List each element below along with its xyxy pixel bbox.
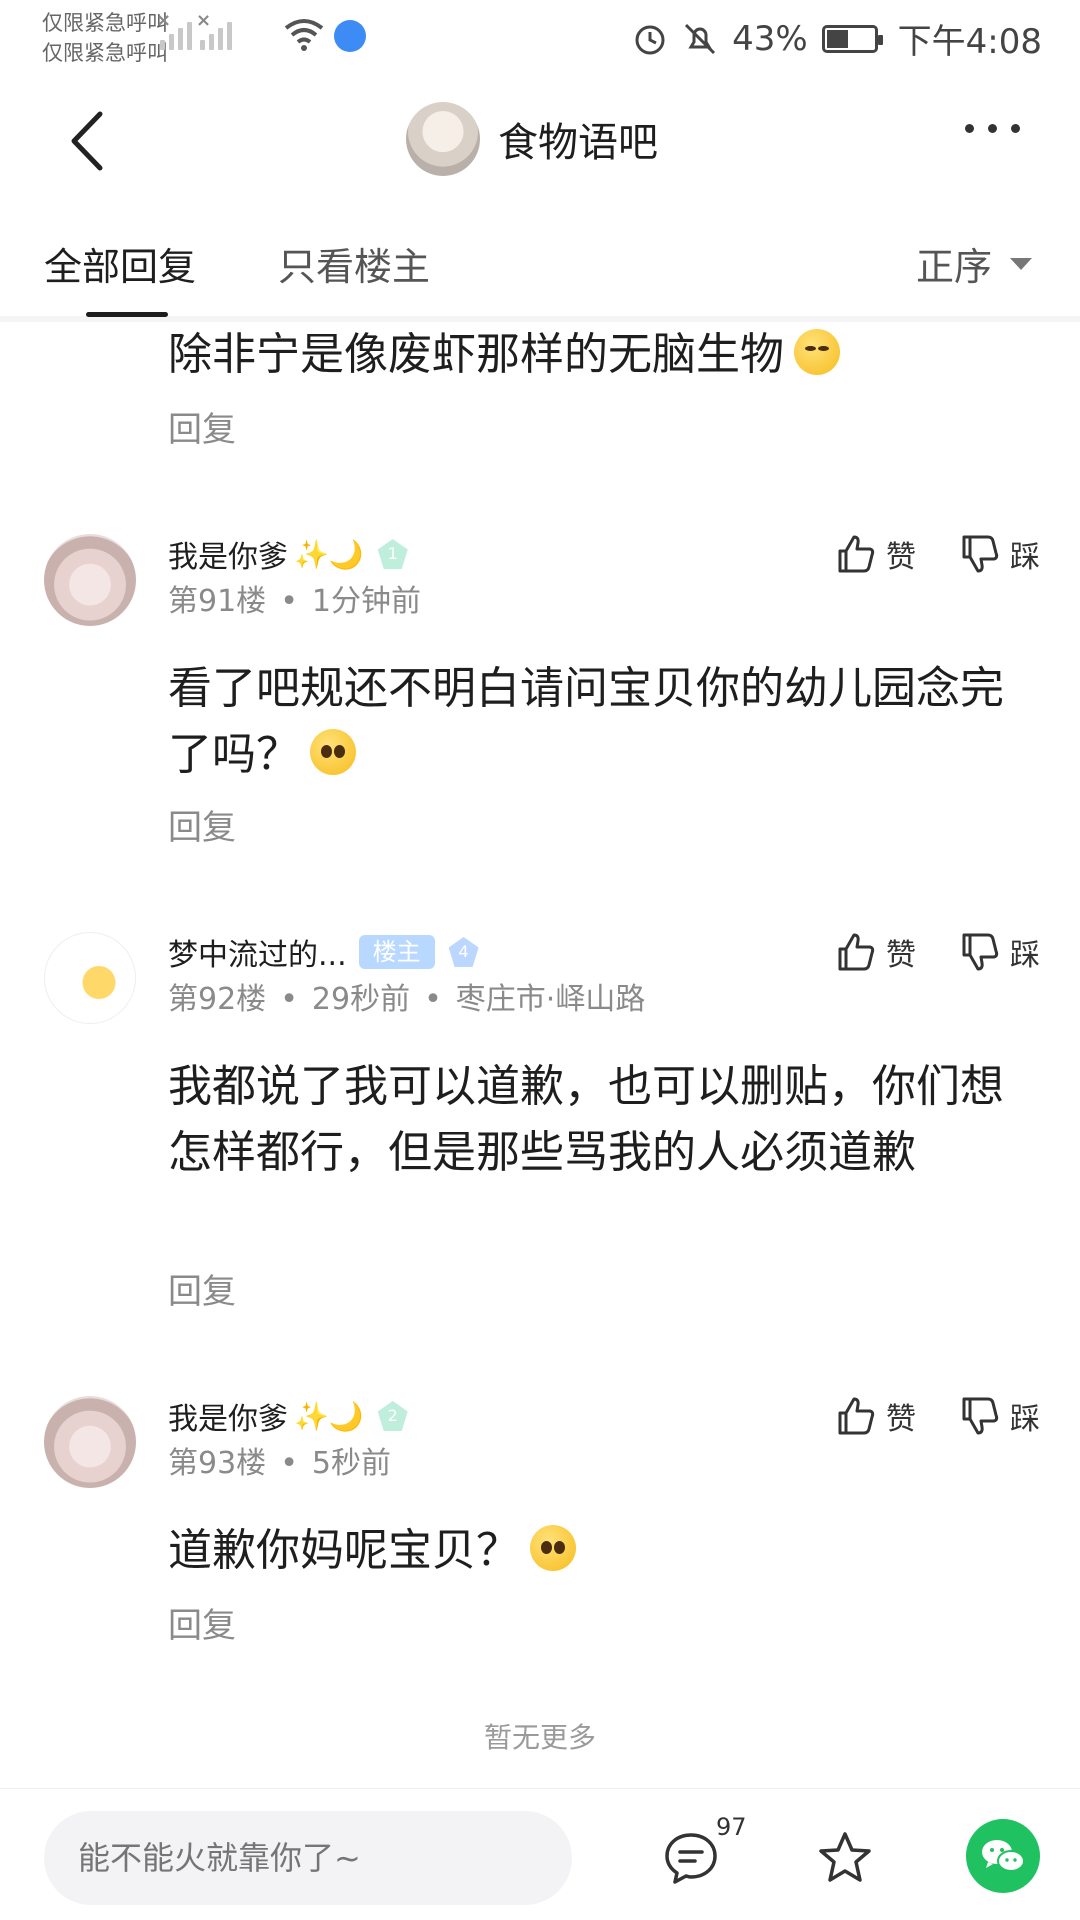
tab-op-only[interactable]: 只看楼主 (278, 236, 430, 291)
floor-number: 第93楼 (168, 1446, 267, 1481)
thumbs-up-icon (838, 1397, 875, 1435)
carrier-line-1: 仅限紧急呼叫 (42, 11, 168, 35)
user-avatar[interactable] (44, 534, 136, 626)
post-author[interactable]: 我是你爹 ✨🌙 2 (168, 1394, 408, 1438)
level-badge: 1 (377, 539, 408, 569)
post-meta: 第91楼 • 1分钟前 (168, 584, 421, 619)
carrier-line-2: 仅限紧急呼叫 (42, 41, 168, 65)
signal-icon-2 (200, 14, 232, 50)
signal-icon (160, 14, 192, 50)
wechat-share-button[interactable] (966, 1819, 1040, 1893)
dislike-button[interactable]: 踩 (960, 1394, 1040, 1438)
dislike-button[interactable]: 踩 (960, 532, 1040, 576)
active-tab-indicator (86, 312, 168, 317)
sort-dropdown[interactable]: 正序 (916, 236, 1032, 291)
thumbs-up-icon (838, 535, 875, 573)
post-meta: 第93楼 • 5秒前 (168, 1446, 391, 1481)
vote-actions: 赞 踩 (836, 930, 1040, 974)
post-time: 5秒前 (311, 1446, 391, 1481)
no-more-indicator: 暂无更多 (483, 1721, 596, 1754)
comment-count: 97 (716, 1813, 747, 1841)
battery-icon (821, 24, 883, 53)
status-right: 43% 下午4:08 (632, 14, 1042, 63)
dislike-button[interactable]: 踩 (960, 930, 1040, 974)
like-button[interactable]: 赞 (836, 930, 916, 974)
post-text: 看了吧规还不明白请问宝贝你的幼儿园念完了吗？ (168, 663, 1004, 780)
thumbs-down-icon (962, 535, 999, 573)
forum-title[interactable]: 食物语吧 (406, 102, 658, 176)
user-avatar[interactable] (44, 1396, 136, 1488)
clock: 下午4:08 (897, 22, 1042, 62)
mute-bell-icon (685, 23, 716, 54)
reply-input[interactable] (44, 1811, 572, 1905)
app-notification-icon (334, 20, 366, 52)
reply-button[interactable]: 回复 (168, 1264, 236, 1313)
moon-decoration-icon: ✨🌙 (294, 537, 364, 571)
top-nav-bar: 食物语吧 (0, 76, 1080, 206)
thumbs-down-icon (962, 1397, 999, 1435)
forum-name: 食物语吧 (498, 120, 658, 166)
tab-all-replies[interactable]: 全部回复 (44, 236, 196, 291)
thumbs-down-icon (962, 933, 999, 971)
reply-button[interactable]: 回复 (168, 800, 236, 849)
pleading-emoji-icon (530, 1525, 576, 1571)
yummy-emoji-icon (794, 329, 840, 375)
floor-number: 第91楼 (168, 584, 267, 619)
post-author[interactable]: 梦中流过的... 楼主 4 (168, 930, 479, 974)
floor-number: 第92楼 (168, 982, 267, 1017)
reply-filter-tabs: 全部回复 只看楼主 正序 (0, 206, 1080, 322)
post-meta: 第92楼 • 29秒前 • 枣庄市·峄山路 (168, 982, 646, 1017)
level-badge: 4 (448, 937, 479, 967)
carrier-info: 仅限紧急呼叫 仅限紧急呼叫 (42, 8, 168, 68)
post-time: 1分钟前 (311, 584, 421, 619)
more-dots-icon[interactable] (965, 124, 1020, 133)
reply-button[interactable]: 回复 (168, 1598, 236, 1647)
user-avatar[interactable] (44, 932, 136, 1024)
comment-bubble-icon[interactable] (662, 1829, 720, 1887)
like-button[interactable]: 赞 (836, 1394, 916, 1438)
thumbs-up-icon (838, 933, 875, 971)
alarm-icon (635, 25, 665, 54)
post-author[interactable]: 我是你爹 ✨🌙 1 (168, 532, 408, 576)
post-location: 枣庄市·峄山路 (455, 982, 646, 1017)
star-icon[interactable] (816, 1829, 874, 1887)
moon-decoration-icon: ✨🌙 (294, 1399, 364, 1433)
wechat-icon (982, 1840, 1025, 1872)
status-bar: 仅限紧急呼叫 仅限紧急呼叫 × × 43% 下午4:08 (0, 0, 1080, 76)
back-arrow-icon[interactable] (60, 106, 120, 176)
like-button[interactable]: 赞 (836, 532, 916, 576)
post-text: 道歉你妈呢宝贝？ (168, 1518, 576, 1584)
battery-percent: 43% (732, 18, 808, 59)
post-time: 29秒前 (311, 982, 411, 1017)
level-badge: 2 (377, 1401, 408, 1431)
sort-label: 正序 (915, 245, 992, 289)
bottom-action-bar: 97 (0, 1788, 1080, 1920)
op-badge: 楼主 (358, 935, 435, 969)
post-text: 我都说了我可以道歉，也可以删贴，你们想怎样都行，但是那些骂我的人必须道歉 (168, 1061, 1004, 1178)
wifi-icon (284, 19, 324, 51)
vote-actions: 赞 踩 (836, 1394, 1040, 1438)
reply-button[interactable]: 回复 (168, 402, 236, 451)
caret-down-icon (1010, 257, 1032, 270)
forum-avatar (406, 102, 480, 176)
pleading-emoji-icon (310, 729, 356, 775)
post-text: 除非宁是像废虾那样的无脑生物 (168, 322, 840, 388)
vote-actions: 赞 踩 (836, 532, 1040, 576)
